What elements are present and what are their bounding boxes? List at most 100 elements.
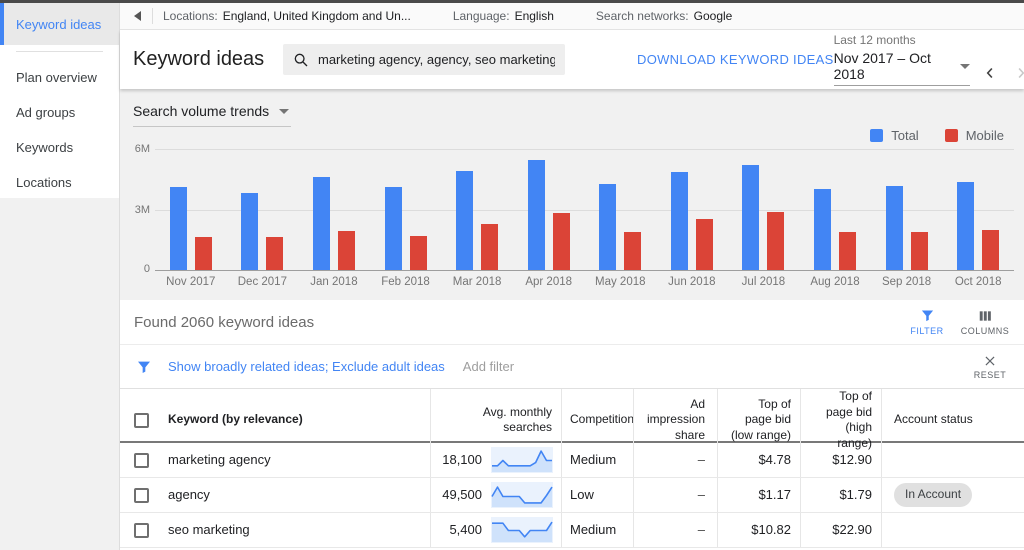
row-checkbox-cell [120,513,160,547]
columns-button-label: COLUMNS [960,325,1010,336]
table-row[interactable]: agency 49,500 Low – $1.17 $1.79 In Accou… [120,478,1024,513]
keyword-cell: agency [168,486,210,502]
mobile-bar [337,230,355,270]
ad-impression-share-cell: – [633,513,717,547]
status-badge: In Account [894,483,973,507]
sidebar-item-plan-overview[interactable]: Plan overview [0,60,119,95]
mobile-bar [624,231,642,270]
sidebar-item-keyword-ideas[interactable]: Keyword ideas [0,3,119,45]
language-label: Language: [452,9,510,23]
keywords-search-box[interactable] [283,44,565,75]
locations-setting[interactable]: Locations: England, United Kingdom and U… [163,9,411,23]
legend-swatch [944,129,958,142]
date-range-dropdown[interactable]: Nov 2017 – Oct 2018 [833,50,970,86]
close-icon [985,356,995,365]
search-networks-value: Google [693,9,733,23]
locations-value: England, United Kingdom and Un... [222,9,411,23]
mobile-bar [982,229,1000,270]
x-axis-label: Oct 2018 [954,276,1002,288]
total-bar [885,186,903,270]
bar-group [155,149,227,270]
total-bar [813,189,831,270]
sidebar-item-locations[interactable]: Locations [0,165,119,200]
x-axis-label: May 2018 [595,276,646,288]
y-axis-tick: 3M [134,203,150,216]
add-filter-button[interactable]: Add filter [463,359,514,374]
applied-filters-link[interactable]: Show broadly related ideas; Exclude adul… [168,359,445,374]
row-checkbox[interactable] [134,522,149,538]
x-axis-label: Feb 2018 [381,276,430,288]
total-bar [241,193,259,270]
select-all-checkbox[interactable] [134,412,149,428]
x-axis-label: Mar 2018 [452,276,502,288]
row-checkbox[interactable] [134,487,149,503]
search-networks-setting[interactable]: Search networks: Google [596,9,732,23]
mobile-bar [695,218,713,270]
x-axis-label: Nov 2017 [166,276,216,288]
row-checkbox[interactable] [134,452,149,468]
date-range-value: Nov 2017 – Oct 2018 [833,50,931,82]
sidebar-item-keywords[interactable]: Keywords [0,130,119,165]
chart-type-dropdown[interactable]: Search volume trends [133,100,292,127]
bid-high-cell: $12.90 [800,443,881,477]
results-bar: Found 2060 keyword ideas FILTER COLUMNS [120,300,1024,345]
search-icon [294,53,308,66]
sidebar-item-label: Ad groups [16,105,76,120]
mobile-bar [481,223,499,270]
bar-group [656,149,728,270]
sidebar-item-label: Plan overview [16,70,97,85]
search-volume-chart: 6M 3M 0 [135,143,1014,275]
ad-impression-share-cell: – [633,478,717,512]
avg-searches-value: 18,100 [442,451,482,467]
bar-group [799,149,871,270]
date-range-preset-label: Last 12 months [833,33,916,47]
filter-funnel-icon [138,361,150,373]
sidebar-item-ad-groups[interactable]: Ad groups [0,95,119,130]
avg-searches-value: 49,500 [442,486,482,502]
bid-high-cell: $22.90 [800,513,881,547]
mobile-bar [838,231,856,270]
mobile-bar [194,236,212,270]
topbar-divider [152,8,153,24]
table-row[interactable]: seo marketing 5,400 Medium – $10.82 $22.… [120,513,1024,548]
x-axis-labels: Nov 2017 Dec 2017 Jan 2018 Feb 2018 Mar 2018… [155,276,1014,288]
mobile-bar [266,236,284,270]
chart-legend: Total Mobile [133,128,1014,143]
x-axis-label: Jan 2018 [310,276,358,288]
bar-group [584,149,656,270]
filter-funnel-icon [921,310,933,322]
previous-period-button[interactable] [980,61,1001,85]
bar-group [298,149,370,270]
x-axis-label: Sep 2018 [881,276,932,288]
settings-topbar: Locations: England, United Kingdom and U… [120,3,1024,30]
filter-button[interactable]: FILTER [898,308,956,336]
table-row[interactable]: marketing agency 18,100 Medium – $4.78 $… [120,443,1024,478]
bid-low-cell: $4.78 [717,443,800,477]
avg-searches-cell: 18,100 [430,443,561,477]
bar-group [871,149,943,270]
sidebar-background [0,198,119,550]
next-period-button[interactable] [1011,61,1024,85]
chevron-left-icon [986,67,993,79]
bar-group [441,149,513,270]
language-setting[interactable]: Language: English [453,9,554,23]
y-axis-tick: 6M [134,143,150,155]
mobile-bar [409,235,427,270]
search-volume-section: Search volume trends Total Mobile 6M 3M 0… [120,89,1024,300]
page-header: Keyword ideas DOWNLOAD KEYWORD IDEAS Las… [120,30,1024,89]
search-trend-sparkline [491,517,553,543]
mobile-bar [552,212,570,270]
keywords-search-input[interactable] [318,52,555,67]
reset-filters-button[interactable]: RESET [968,354,1012,380]
main-panel: Locations: England, United Kingdom and U… [120,3,1024,550]
ad-impression-share-cell: – [633,443,717,477]
row-checkbox-cell [120,443,160,477]
download-keyword-ideas-button[interactable]: DOWNLOAD KEYWORD IDEAS [637,52,834,67]
collapse-panel-button[interactable] [126,5,148,27]
bar-group [728,149,800,270]
search-networks-label: Search networks: [595,9,689,23]
x-axis-label: Jul 2018 [741,276,786,288]
legend-item-mobile: Mobile [944,128,1004,143]
columns-icon [979,310,991,321]
columns-button[interactable]: COLUMNS [956,309,1014,336]
